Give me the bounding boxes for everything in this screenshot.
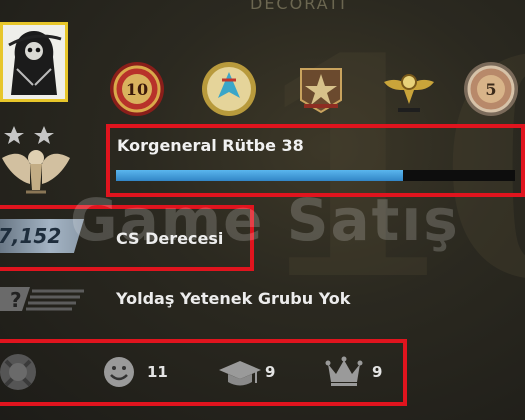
5-year-veteran-coin-icon[interactable]: 5 (462, 60, 520, 118)
friendly-count: 11 (147, 363, 168, 381)
rank-emblem-icon (0, 124, 72, 198)
wingman-rank-unknown-icon: ? (0, 285, 84, 313)
rank-progress-bar (116, 170, 515, 181)
leader-count: 9 (372, 363, 383, 381)
teacher-count: 9 (265, 363, 276, 381)
friendly-smiley-icon (102, 356, 136, 388)
leader-crown-icon (325, 356, 363, 388)
operation-pin-icon[interactable] (200, 60, 258, 118)
rank-progress-fill (116, 170, 404, 181)
reaper-avatar-icon (3, 25, 65, 99)
teacher-cap-icon (218, 358, 262, 388)
star-badge-icon[interactable] (292, 60, 350, 118)
medal-10-label: 10 (126, 80, 148, 99)
watermark-text: Game Satış (70, 186, 460, 254)
wingman-label: Yoldaş Yetenek Grubu Yok (116, 289, 351, 308)
medal-5-label: 5 (485, 80, 496, 99)
10-year-veteran-coin-icon[interactable]: 10 (108, 60, 166, 118)
header-title: DECORATI (250, 0, 347, 13)
player-avatar[interactable] (0, 22, 68, 102)
rank-title: Korgeneral Rütbe 38 (117, 136, 304, 155)
winged-emblem-icon[interactable] (380, 60, 438, 118)
svg-text:?: ? (10, 288, 22, 312)
service-medal-icon (0, 349, 46, 395)
